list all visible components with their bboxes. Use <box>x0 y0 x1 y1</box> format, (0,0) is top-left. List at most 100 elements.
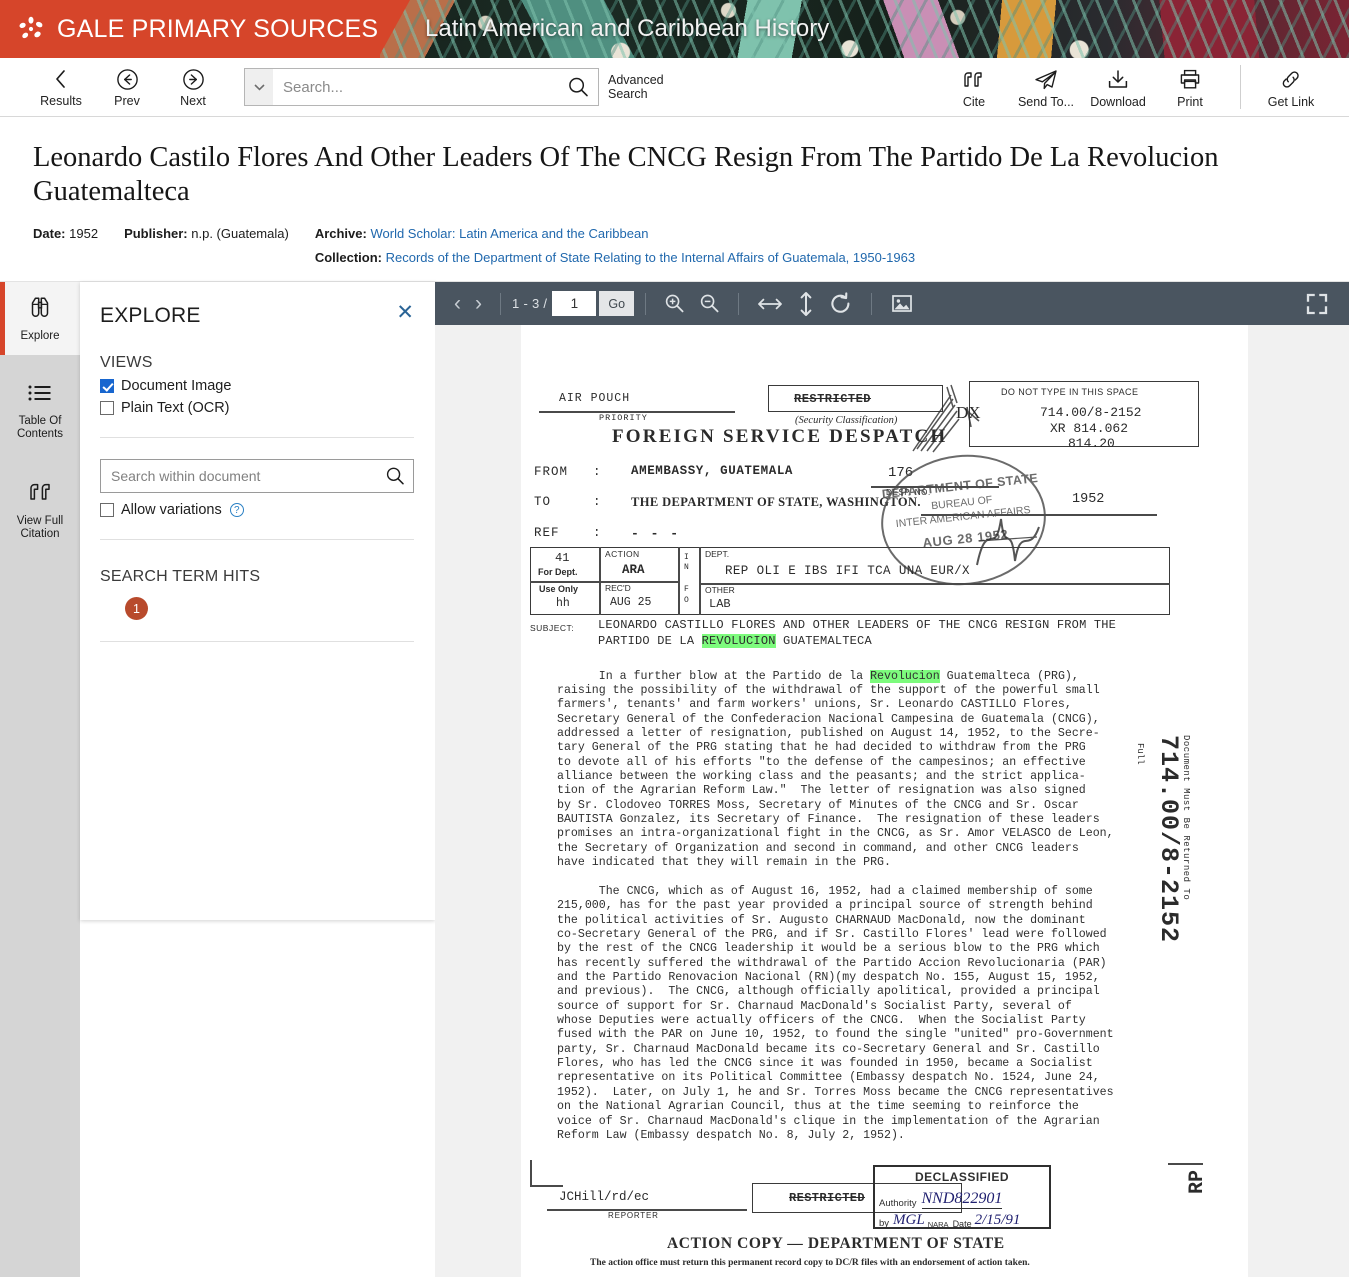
document-viewer: ‹ › 1 - 3 / Go <box>435 282 1349 1277</box>
facsimile-subject-label: SUBJECT: <box>530 623 575 633</box>
sidebar-item-view-full-citation-label: View Full Citation <box>16 515 64 540</box>
print-label: Print <box>1177 95 1203 109</box>
facsimile-by-value: MGL <box>893 1212 925 1228</box>
facsimile-to-colon: : <box>593 495 601 509</box>
archive-label: Archive: <box>314 226 367 241</box>
results-button[interactable]: Results <box>38 66 84 108</box>
next-button[interactable]: Next <box>170 66 216 108</box>
date-meta: Date: 1952 <box>33 226 98 265</box>
facsimile-paragraph-1-first-line: In a further blow at the Partido de la R… <box>557 670 1079 684</box>
sidebar-item-explore[interactable]: Explore <box>0 282 80 355</box>
page-scroll-area[interactable]: AIR POUCH PRIORITY RESTRICTED (Security … <box>435 325 1349 1277</box>
page-title: Leonardo Castilo Flores And Other Leader… <box>33 142 1219 207</box>
print-button[interactable]: Print <box>1154 65 1226 109</box>
search-within-submit[interactable] <box>377 466 413 486</box>
search-within-box <box>100 459 414 493</box>
sidebar-item-table-of-contents[interactable]: Table Of Contents <box>0 369 80 453</box>
search-submit-button[interactable] <box>558 76 598 98</box>
views-label: VIEWS <box>100 354 153 371</box>
view-option-plain-text[interactable]: Plain Text (OCR) <box>100 400 414 416</box>
facsimile-action-copy: ACTION COPY — DEPARTMENT OF STATE <box>667 1235 1005 1252</box>
facsimile-vertical-full: Full <box>1135 743 1145 765</box>
facsimile-from-label: FROM <box>534 465 569 479</box>
search-input[interactable] <box>273 69 558 105</box>
cite-button[interactable]: Cite <box>938 65 1010 109</box>
view-option-document-image[interactable]: Document Image <box>100 378 414 394</box>
facsimile-from-value: AMEMBASSY, GUATEMALA <box>631 464 794 478</box>
brand-logo[interactable]: GALE PRIMARY SOURCES <box>0 0 410 58</box>
download-icon <box>1105 65 1131 91</box>
viewer-prev-page-icon[interactable]: ‹ <box>447 292 468 316</box>
advanced-search-link[interactable]: Advanced Search <box>608 73 670 101</box>
explore-divider-2 <box>100 539 414 540</box>
download-button[interactable]: Download <box>1082 65 1154 109</box>
archive-link[interactable]: World Scholar: Latin America and the Car… <box>370 226 648 241</box>
document-page-image[interactable]: AIR POUCH PRIORITY RESTRICTED (Security … <box>521 325 1248 1277</box>
list-icon <box>26 382 54 409</box>
arrows-horizontal-icon[interactable] <box>750 294 790 314</box>
brand-banner: GALE PRIMARY SOURCES Latin American and … <box>0 0 1349 58</box>
picture-icon[interactable] <box>883 293 921 314</box>
fullscreen-icon[interactable] <box>1299 293 1335 315</box>
zoom-in-icon[interactable] <box>657 293 692 314</box>
explore-divider-1 <box>100 437 414 438</box>
facsimile-ref-colon: : <box>593 526 601 540</box>
document-image-checkbox[interactable] <box>100 379 114 393</box>
para1-highlight: Revolucion <box>870 670 940 683</box>
search-scope-dropdown[interactable] <box>245 69 273 105</box>
plain-text-label: Plain Text (OCR) <box>121 400 230 416</box>
facsimile-info-n: N <box>684 563 689 572</box>
zoom-out-icon[interactable] <box>692 293 727 314</box>
facsimile-corner-bracket-top <box>530 1160 532 1186</box>
facsimile-security-classification: (Security Classification) <box>795 415 898 426</box>
subject-highlight: REVOLUCION <box>701 634 776 648</box>
date-value: 1952 <box>69 226 99 241</box>
question-icon[interactable]: ? <box>229 503 244 517</box>
gale-logo-icon <box>16 14 46 44</box>
facsimile-date-label: Date <box>952 1219 972 1229</box>
para1-post: Guatemalteca (PRG), <box>939 670 1079 683</box>
link-icon <box>1278 65 1304 91</box>
rail-spacer-1 <box>0 355 80 369</box>
viewer-next-page-icon[interactable]: › <box>468 292 489 316</box>
facsimile-by-label: by <box>879 1218 890 1229</box>
collection-label: Collection: <box>314 250 382 265</box>
para1-pre: In a further blow at the Partido de la <box>557 670 871 683</box>
arrows-vertical-icon[interactable] <box>790 291 822 317</box>
facsimile-air-pouch: AIR POUCH <box>559 392 631 405</box>
facsimile-recd-value: AUG 25 <box>610 596 652 609</box>
paper-plane-icon <box>1033 65 1059 91</box>
facsimile-priority: PRIORITY <box>599 413 648 423</box>
rail-spacer-2 <box>0 453 80 467</box>
facsimile-typed-date: 1952 <box>1072 492 1105 507</box>
rotate-icon[interactable] <box>822 291 860 316</box>
facsimile-to-label: TO <box>534 495 552 509</box>
send-to-button[interactable]: Send To... <box>1010 65 1082 109</box>
search-box <box>244 68 599 106</box>
page-go-button[interactable]: Go <box>599 291 635 316</box>
search-hit-badge[interactable]: 1 <box>125 597 148 620</box>
viewer-toolbar: ‹ › 1 - 3 / Go <box>435 282 1349 325</box>
send-to-label: Send To... <box>1017 95 1075 109</box>
next-label: Next <box>180 94 206 108</box>
collection-link[interactable]: Records of the Department of State Relat… <box>386 250 915 265</box>
facsimile-corner-bracket-bottom <box>530 1185 563 1187</box>
main-stage: Explore Table Of Contents View Full Cita… <box>0 282 1349 1277</box>
plain-text-checkbox[interactable] <box>100 401 114 415</box>
publisher-meta: Publisher: n.p. (Guatemala) <box>124 226 289 265</box>
get-link-button[interactable]: Get Link <box>1255 65 1327 109</box>
facsimile-file-number-1: 714.00/8-2152 <box>1040 405 1142 420</box>
sidebar-item-view-full-citation[interactable]: View Full Citation <box>0 467 80 553</box>
document-actions: Cite Send To... Download Print Get Link <box>938 65 1349 109</box>
chevron-left-icon <box>51 66 71 92</box>
search-within-input[interactable] <box>101 460 377 492</box>
close-icon[interactable]: ✕ <box>396 302 414 323</box>
allow-variations-checkbox[interactable] <box>100 503 114 517</box>
prev-button[interactable]: Prev <box>104 66 150 108</box>
facsimile-restricted-bottom: RESTRICTED <box>789 1191 866 1205</box>
page-number-input[interactable] <box>552 291 597 316</box>
facsimile-action-label: ACTION <box>605 549 640 559</box>
allow-variations-row[interactable]: Allow variations ? <box>100 502 414 518</box>
facsimile-info-o: O <box>684 596 689 605</box>
facsimile-dx-mark: DX <box>956 403 981 422</box>
